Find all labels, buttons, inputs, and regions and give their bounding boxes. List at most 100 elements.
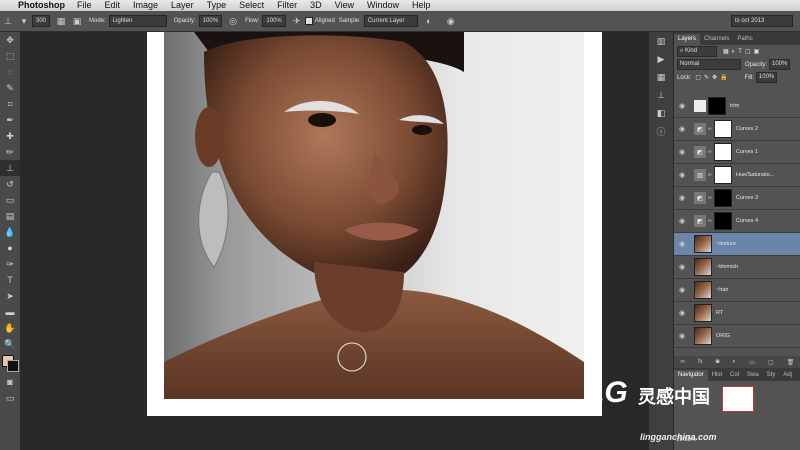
- crop-tool-icon[interactable]: ⌗: [0, 96, 20, 112]
- gradient-tool-icon[interactable]: ▤: [0, 208, 20, 224]
- document-canvas[interactable]: [147, 32, 602, 416]
- flow-field[interactable]: 100%: [262, 15, 286, 27]
- clone-source-panel-icon[interactable]: ⊥: [649, 86, 673, 104]
- portrait-photo[interactable]: [164, 32, 584, 399]
- marquee-tool-icon[interactable]: ⬚: [0, 48, 20, 64]
- eye-icon[interactable]: ◉: [674, 332, 690, 340]
- lasso-tool-icon[interactable]: ◌: [0, 64, 20, 80]
- layer-opacity-field[interactable]: 100%: [769, 59, 791, 70]
- layer-mask-thumbnail[interactable]: [714, 120, 732, 138]
- tool-presets-icon[interactable]: ◧: [649, 104, 673, 122]
- eye-icon[interactable]: ◉: [674, 102, 690, 110]
- actions-panel-icon[interactable]: ▶: [649, 50, 673, 68]
- link-icon[interactable]: ∞: [681, 359, 685, 365]
- brush-size-picker[interactable]: 300: [32, 15, 51, 27]
- menu-edit[interactable]: Edit: [105, 0, 121, 11]
- eye-icon[interactable]: ◉: [674, 171, 690, 179]
- tab-layers[interactable]: Layers: [674, 34, 701, 45]
- move-tool-icon[interactable]: ✥: [0, 32, 20, 48]
- hand-tool-icon[interactable]: ✋: [0, 320, 20, 336]
- app-name[interactable]: Photoshop: [18, 0, 65, 11]
- quick-mask-icon[interactable]: ◙: [0, 374, 20, 390]
- eye-icon[interactable]: ◉: [674, 125, 690, 133]
- screen-mode-icon[interactable]: ▭: [0, 390, 20, 406]
- layer-mask-thumbnail[interactable]: [714, 166, 732, 184]
- adjustment-icon[interactable]: ◐: [732, 359, 736, 365]
- fx-icon[interactable]: fx: [698, 359, 703, 365]
- menu-view[interactable]: View: [335, 0, 354, 11]
- menu-filter[interactable]: Filter: [277, 0, 297, 11]
- pressure-opacity-icon[interactable]: ◎: [227, 15, 239, 27]
- layer-row[interactable]: ◉ ◩ ∞ Curves 3: [674, 187, 800, 210]
- eye-icon[interactable]: ◉: [674, 263, 690, 271]
- lock-icons[interactable]: ▢✎✥🔒: [695, 74, 730, 81]
- folder-icon[interactable]: ▭: [749, 359, 755, 366]
- airbrush-icon[interactable]: ✈: [291, 15, 303, 27]
- menu-file[interactable]: File: [77, 0, 92, 11]
- path-select-tool-icon[interactable]: ➤: [0, 288, 20, 304]
- clone-source-icon[interactable]: ▣: [71, 15, 83, 27]
- blend-mode-select[interactable]: Normal: [677, 59, 741, 70]
- healing-brush-tool-icon[interactable]: ✚: [0, 128, 20, 144]
- eye-icon[interactable]: ◉: [674, 194, 690, 202]
- blur-tool-icon[interactable]: 💧: [0, 224, 20, 240]
- menu-layer[interactable]: Layer: [171, 0, 194, 11]
- layer-row[interactable]: ◉ ~blemish: [674, 256, 800, 279]
- new-layer-icon[interactable]: ▢: [768, 359, 774, 366]
- shape-tool-icon[interactable]: ▬: [0, 304, 20, 320]
- menu-3d[interactable]: 3D: [310, 0, 322, 11]
- clone-stamp-icon[interactable]: ⊥: [2, 15, 14, 27]
- layer-mask-thumbnail[interactable]: [708, 97, 726, 115]
- tab-channels[interactable]: Channels: [700, 34, 733, 45]
- eye-icon[interactable]: ◉: [674, 286, 690, 294]
- trash-icon[interactable]: 🗑: [787, 359, 795, 366]
- sample-select[interactable]: Current Layer: [363, 15, 418, 27]
- canvas-area[interactable]: [21, 32, 647, 450]
- brush-tool-icon[interactable]: ✏: [0, 144, 20, 160]
- layer-row[interactable]: ◉ ◩ ∞ Curves 4: [674, 210, 800, 233]
- chevron-down-icon[interactable]: ▾: [18, 15, 30, 27]
- info-panel-icon[interactable]: ⓘ: [649, 122, 673, 140]
- layer-mask-thumbnail[interactable]: [714, 212, 732, 230]
- quick-select-tool-icon[interactable]: ✎: [0, 80, 20, 96]
- eraser-tool-icon[interactable]: ▭: [0, 192, 20, 208]
- layer-row[interactable]: ◉ ◩ ∞ Curves 1: [674, 141, 800, 164]
- brush-panel-icon[interactable]: ▦: [649, 68, 673, 86]
- menu-select[interactable]: Select: [239, 0, 264, 11]
- color-swatches[interactable]: [0, 352, 20, 374]
- mask-icon[interactable]: ◙: [716, 359, 720, 365]
- eyedropper-tool-icon[interactable]: ✒: [0, 112, 20, 128]
- menu-help[interactable]: Help: [412, 0, 431, 11]
- background-color-swatch[interactable]: [7, 360, 19, 372]
- layer-row[interactable]: ◉ ORIG: [674, 325, 800, 348]
- ignore-adjustment-icon[interactable]: ◐: [423, 15, 435, 27]
- history-brush-tool-icon[interactable]: ↺: [0, 176, 20, 192]
- opacity-field[interactable]: 100%: [198, 15, 223, 27]
- eye-icon[interactable]: ◉: [674, 309, 690, 317]
- layer-row[interactable]: ◉ RT: [674, 302, 800, 325]
- aligned-checkbox[interactable]: [304, 17, 313, 25]
- eye-icon[interactable]: ◉: [674, 148, 690, 156]
- history-panel-icon[interactable]: ▥: [649, 32, 673, 50]
- eye-icon[interactable]: ◉: [674, 240, 690, 248]
- layer-row[interactable]: ◉ ▥ ∞ Hue/Saturatio...: [674, 164, 800, 187]
- layer-mask-thumbnail[interactable]: [714, 189, 732, 207]
- layer-row[interactable]: ◉ ◩ ∞ Curves 2: [674, 118, 800, 141]
- menu-type[interactable]: Type: [207, 0, 227, 11]
- pressure-size-icon[interactable]: ◉: [445, 15, 457, 27]
- eye-icon[interactable]: ◉: [674, 217, 690, 225]
- tab-paths[interactable]: Paths: [733, 34, 756, 45]
- brush-panel-icon[interactable]: ▦: [55, 15, 67, 27]
- layer-mask-thumbnail[interactable]: [714, 143, 732, 161]
- layer-row-selected[interactable]: ◉ ~texture: [674, 233, 800, 256]
- layer-row[interactable]: ◉ trim: [674, 95, 800, 118]
- type-tool-icon[interactable]: T: [0, 272, 20, 288]
- menu-image[interactable]: Image: [133, 0, 158, 11]
- menu-window[interactable]: Window: [367, 0, 399, 11]
- mode-select[interactable]: Lighten: [108, 15, 167, 27]
- clone-stamp-tool-icon[interactable]: ⊥: [0, 160, 20, 176]
- workspace-select[interactable]: ts oct 2013: [731, 15, 793, 27]
- filter-icons[interactable]: ▦◐T▢▣: [723, 48, 762, 55]
- fill-field[interactable]: 100%: [755, 72, 778, 83]
- zoom-tool-icon[interactable]: 🔍: [0, 336, 20, 352]
